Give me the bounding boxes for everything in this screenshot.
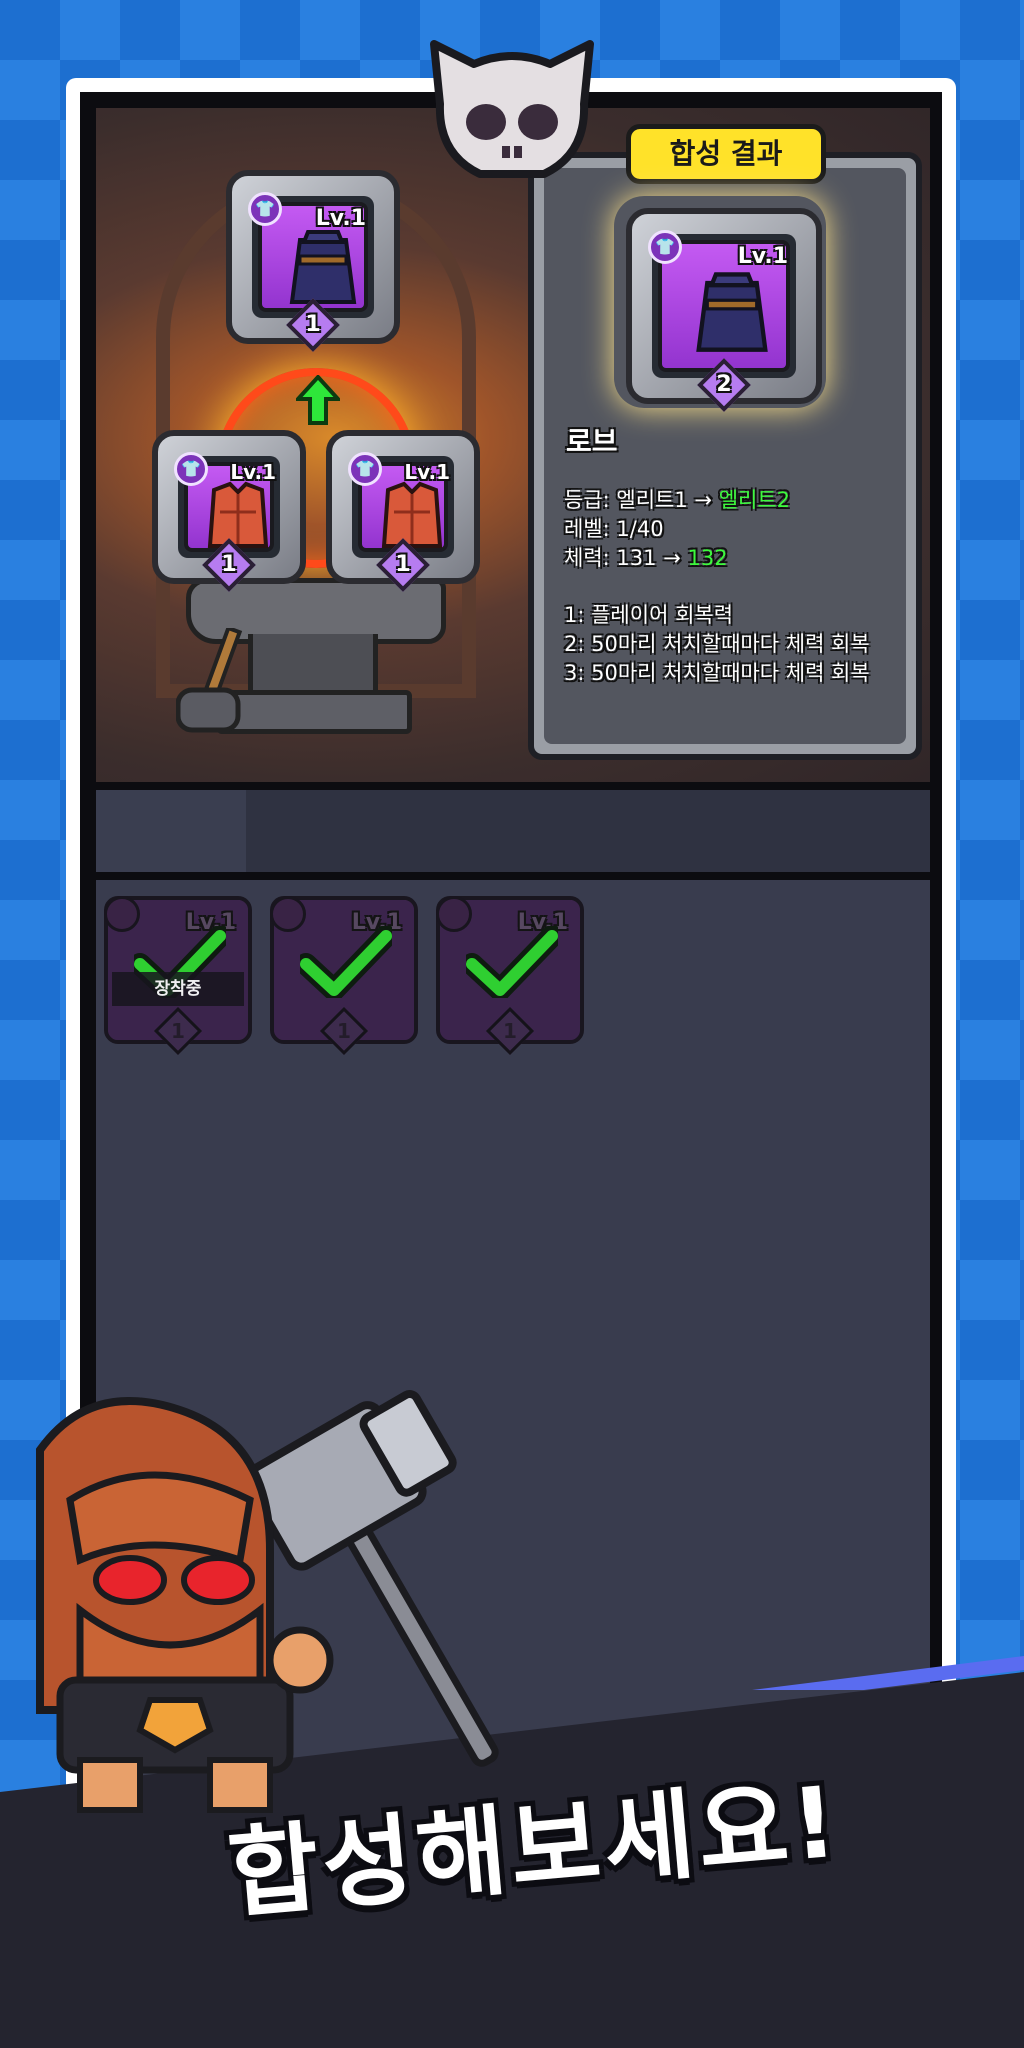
shirt-icon: 👕 — [648, 230, 682, 264]
result-title: 합성 결과 — [626, 124, 826, 184]
result-level: Lv.1 — [737, 244, 788, 269]
robe-icon — [696, 272, 768, 352]
inventory-slot[interactable]: Lv.1 1 — [270, 896, 418, 1056]
check-icon — [300, 926, 392, 998]
stats-block: 등급: 엘리트1 → 엘리트2 레벨: 1/40 체력: 131 → 132 1… — [564, 486, 870, 688]
inventory-slot[interactable]: Lv.1 1 — [436, 896, 584, 1056]
armor-icon — [207, 481, 269, 548]
result-item-slot[interactable]: 👕 Lv.1 2 — [626, 208, 822, 412]
level-row: 레벨: 1/40 — [564, 517, 664, 541]
robe-icon — [289, 230, 357, 304]
skull-icon — [430, 40, 594, 178]
material-level: Lv.1 — [404, 460, 450, 484]
check-icon — [466, 926, 558, 998]
material-slot-right[interactable]: 👕 Lv.1 1 — [326, 430, 480, 592]
shirt-icon: 👕 — [248, 192, 282, 226]
equipped-label: 장착중 — [112, 972, 244, 1006]
material-level: Lv.1 — [230, 460, 276, 484]
hp-row: 체력: 131 → 132 — [564, 546, 728, 570]
hammer-icon — [176, 628, 243, 733]
effect-2: 2: 50마리 처치할때마다 체력 회복 — [564, 632, 870, 656]
effect-3: 3: 50마리 처치할때마다 체력 회복 — [564, 661, 870, 685]
inventory-slot[interactable]: Lv.1 장착중 1 — [104, 896, 252, 1056]
divider-band — [96, 790, 930, 872]
dwarf-character — [36, 1390, 499, 1813]
shirt-icon: 👕 — [348, 452, 382, 486]
armor-icon — [381, 481, 443, 548]
material-level: Lv.1 — [315, 206, 366, 231]
shirt-icon: 👕 — [174, 452, 208, 486]
effect-1: 1: 플레이어 회복력 — [564, 603, 734, 627]
grade-row: 등급: 엘리트1 → 엘리트2 — [564, 488, 791, 512]
material-slot-left[interactable]: 👕 Lv.1 1 — [152, 430, 306, 592]
item-name: 로브 — [566, 425, 618, 458]
up-arrow-icon — [296, 375, 340, 425]
material-slot-top[interactable]: 👕 Lv.1 1 — [226, 170, 400, 352]
